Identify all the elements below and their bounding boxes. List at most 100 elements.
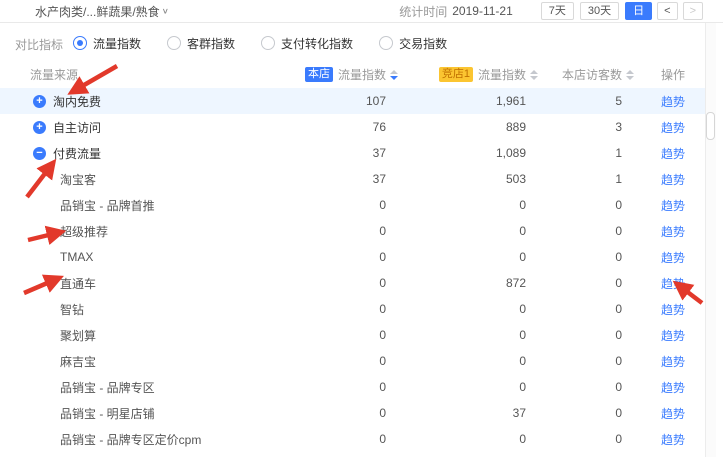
visitors-value: 0 — [526, 250, 622, 264]
row-name-cell: 直通车 — [0, 275, 256, 292]
rival-index-value: 0 — [386, 328, 526, 342]
own-index-value: 0 — [256, 406, 386, 420]
table-row: 直通车 0 872 0 趋势 — [0, 270, 706, 296]
visitors-value: 0 — [526, 302, 622, 316]
visitors-value: 0 — [526, 354, 622, 368]
own-store-badge: 本店 — [305, 67, 333, 82]
traffic-source-table: 流量来源 本店 流量指数 竞店1 流量指数 本店访客数 操作 + 淘内免费 10… — [0, 61, 706, 452]
trend-link[interactable]: 趋势 — [661, 121, 685, 135]
radio-icon — [73, 36, 87, 50]
table-row: 品销宝 - 品牌专区 0 0 0 趋势 — [0, 374, 706, 400]
row-name-cell: − 付费流量 — [0, 145, 256, 162]
trend-link[interactable]: 趋势 — [661, 303, 685, 317]
visitors-value: 0 — [526, 328, 622, 342]
table-row: − 付费流量 37 1,089 1 趋势 — [0, 140, 706, 166]
rival-index-value: 0 — [386, 432, 526, 446]
row-name-cell: 品销宝 - 品牌专区 — [0, 379, 256, 396]
rival-index-value: 0 — [386, 302, 526, 316]
range-button-日[interactable]: 日 — [625, 2, 652, 20]
trend-link[interactable]: 趋势 — [661, 355, 685, 369]
rival-index-value: 1,089 — [386, 146, 526, 160]
prev-day-button[interactable]: < — [657, 2, 677, 20]
trend-link[interactable]: 趋势 — [661, 147, 685, 161]
rival-index-value: 872 — [386, 276, 526, 290]
own-index-value: 37 — [256, 172, 386, 186]
date-controls: 统计时间 2019-11-21 7天 30天日 < > — [399, 2, 703, 20]
own-index-value: 76 — [256, 120, 386, 134]
rival-index-value: 503 — [386, 172, 526, 186]
table-row: 超级推荐 0 0 0 趋势 — [0, 218, 706, 244]
trend-link[interactable]: 趋势 — [661, 225, 685, 239]
expand-toggle-icon[interactable]: + — [33, 95, 46, 108]
own-index-value: 0 — [256, 432, 386, 446]
compare-metric-label: 对比指标 — [15, 36, 63, 53]
range-button-7天[interactable]: 7天 — [541, 2, 574, 20]
traffic-source-label: 麻吉宝 — [60, 353, 96, 370]
rival-index-value: 0 — [386, 198, 526, 212]
trend-link[interactable]: 趋势 — [661, 199, 685, 213]
traffic-source-label: 聚划算 — [60, 327, 96, 344]
rival-index-value: 37 — [386, 406, 526, 420]
metric-option-label: 支付转化指数 — [281, 35, 353, 52]
scrollbar-track — [705, 23, 716, 457]
col-rival-index[interactable]: 竞店1 流量指数 — [386, 66, 526, 83]
trend-link[interactable]: 趋势 — [661, 381, 685, 395]
range-button-30天[interactable]: 30天 — [580, 2, 619, 20]
table-row: TMAX 0 0 0 趋势 — [0, 244, 706, 270]
metric-option[interactable]: 流量指数 — [73, 35, 141, 52]
traffic-source-label: 自主访问 — [53, 119, 101, 136]
traffic-source-label: 淘宝客 — [60, 171, 96, 188]
col-visitors[interactable]: 本店访客数 — [526, 66, 622, 83]
metric-option[interactable]: 交易指数 — [379, 35, 447, 52]
traffic-source-label: 淘内免费 — [53, 93, 101, 110]
trend-link[interactable]: 趋势 — [661, 173, 685, 187]
traffic-source-label: 智钻 — [60, 301, 84, 318]
metric-option-label: 交易指数 — [399, 35, 447, 52]
expand-toggle-icon[interactable]: − — [33, 147, 46, 160]
row-name-cell: TMAX — [0, 250, 256, 264]
table-body: + 淘内免费 107 1,961 5 趋势 + 自主访问 76 889 3 趋势… — [0, 88, 706, 452]
trend-link[interactable]: 趋势 — [661, 277, 685, 291]
traffic-source-label: 品销宝 - 品牌专区定价cpm — [60, 431, 201, 448]
traffic-source-label: 品销宝 - 明星店铺 — [60, 405, 155, 422]
trend-link[interactable]: 趋势 — [661, 433, 685, 447]
chevron-down-icon: ∨ — [162, 7, 169, 16]
visitors-value: 0 — [526, 432, 622, 446]
table-row: + 自主访问 76 889 3 趋势 — [0, 114, 706, 140]
visitors-value: 5 — [526, 94, 622, 108]
visitors-value: 0 — [526, 224, 622, 238]
trend-link[interactable]: 趋势 — [661, 251, 685, 265]
traffic-source-label: 品销宝 - 品牌首推 — [60, 197, 155, 214]
table-row: 聚划算 0 0 0 趋势 — [0, 322, 706, 348]
row-name-cell: 淘宝客 — [0, 171, 256, 188]
rival-index-value: 0 — [386, 250, 526, 264]
traffic-source-label: 超级推荐 — [60, 223, 108, 240]
own-index-value: 0 — [256, 198, 386, 212]
trend-link[interactable]: 趋势 — [661, 95, 685, 109]
table-header: 流量来源 本店 流量指数 竞店1 流量指数 本店访客数 操作 — [0, 61, 706, 88]
table-row: 品销宝 - 品牌首推 0 0 0 趋势 — [0, 192, 706, 218]
row-name-cell: 品销宝 - 品牌首推 — [0, 197, 256, 214]
radio-icon — [167, 36, 181, 50]
stat-time-label: 统计时间 — [399, 3, 447, 20]
own-index-value: 0 — [256, 302, 386, 316]
stat-date: 2019-11-21 — [452, 4, 513, 18]
expand-toggle-icon[interactable]: + — [33, 121, 46, 134]
trend-link[interactable]: 趋势 — [661, 407, 685, 421]
metric-option[interactable]: 支付转化指数 — [261, 35, 353, 52]
metric-option[interactable]: 客群指数 — [167, 35, 235, 52]
table-row: 麻吉宝 0 0 0 趋势 — [0, 348, 706, 374]
trend-link[interactable]: 趋势 — [661, 329, 685, 343]
own-index-label: 流量指数 — [338, 66, 386, 83]
visitors-label: 本店访客数 — [562, 66, 622, 83]
own-index-value: 0 — [256, 276, 386, 290]
visitors-value: 3 — [526, 120, 622, 134]
next-day-button[interactable]: > — [683, 2, 703, 20]
rival-store-badge: 竞店1 — [439, 67, 473, 82]
col-own-index[interactable]: 本店 流量指数 — [256, 66, 386, 83]
category-breadcrumb[interactable]: 水产肉类/...鲜蔬果/熟食 ∨ — [35, 3, 169, 20]
scrollbar-thumb[interactable] — [706, 112, 715, 140]
col-action: 操作 — [622, 66, 706, 83]
visitors-value: 0 — [526, 198, 622, 212]
metric-option-label: 客群指数 — [187, 35, 235, 52]
